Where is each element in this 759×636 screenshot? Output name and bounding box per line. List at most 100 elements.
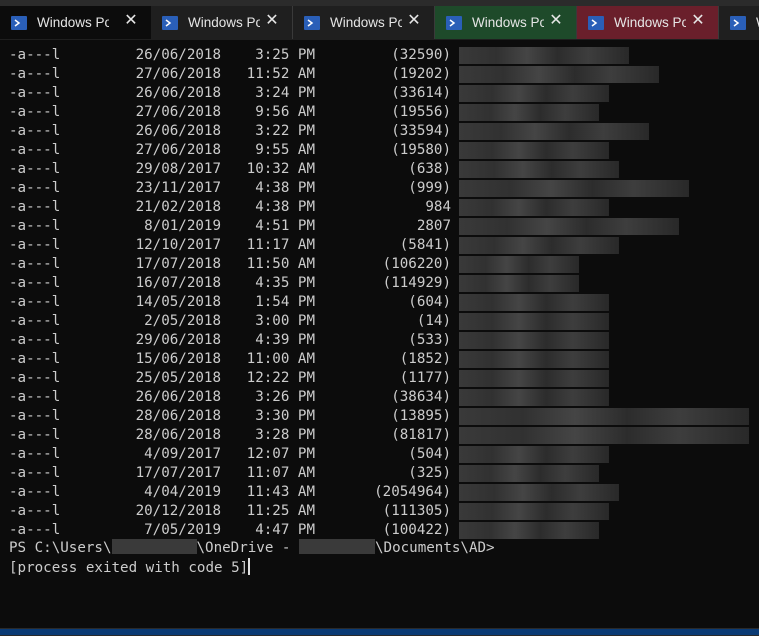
file-date: 23/11/2017: [135, 180, 221, 196]
redacted-filename: [459, 370, 609, 387]
file-mode: -a---l: [9, 332, 61, 348]
file-mode: -a---l: [9, 370, 61, 386]
file-mode: -a---l: [9, 351, 61, 367]
tab-1[interactable]: Windows PowerShell ✕: [0, 6, 151, 39]
file-length: (19556): [391, 104, 451, 120]
file-mode: -a---l: [9, 427, 61, 443]
file-length: (81817): [391, 427, 451, 443]
close-icon[interactable]: ✕: [264, 13, 280, 29]
file-mode: -a---l: [9, 104, 61, 120]
file-length: 2807: [416, 218, 451, 234]
file-time: 12:22 PM: [246, 370, 315, 386]
file-mode: -a---l: [9, 522, 61, 538]
file-mode: -a---l: [9, 256, 61, 272]
file-mode: -a---l: [9, 218, 61, 234]
redacted-filename: [459, 446, 609, 463]
file-date: 14/05/2018: [135, 294, 221, 310]
tab-2-title: Windows PowerShell: [188, 15, 260, 30]
list-item: -a---l 8/01/2019 4:51 PM 2807: [9, 217, 749, 236]
file-time: 1:54 PM: [255, 294, 315, 310]
powershell-icon: [730, 15, 746, 30]
file-length: (100422): [382, 522, 451, 538]
list-item: -a---l 4/09/2017 12:07 PM (504): [9, 445, 749, 464]
list-item: -a---l 17/07/2018 11:50 AM (106220): [9, 255, 749, 274]
file-length: (13895): [391, 408, 451, 424]
prompt-middle: \OneDrive -: [196, 540, 299, 556]
file-mode: -a---l: [9, 180, 61, 196]
file-length: (999): [408, 180, 451, 196]
file-time: 3:26 PM: [255, 389, 315, 405]
file-time: 11:17 AM: [246, 237, 315, 253]
list-item: -a---l 4/04/2019 11:43 AM (2054964): [9, 483, 749, 502]
file-time: 3:28 PM: [255, 427, 315, 443]
file-time: 4:39 PM: [255, 332, 315, 348]
close-icon[interactable]: ✕: [123, 13, 139, 29]
file-date: 29/08/2017: [135, 161, 221, 177]
file-mode: -a---l: [9, 142, 61, 158]
horizontal-scrollbar[interactable]: [0, 628, 759, 636]
file-mode: -a---l: [9, 294, 61, 310]
tab-bar: Windows PowerShell ✕ Windows PowerShell …: [0, 0, 759, 40]
tab-5-title: Windows PowerShell: [614, 15, 686, 30]
file-time: 3:22 PM: [255, 123, 315, 139]
file-length: 984: [425, 199, 451, 215]
text-cursor: [248, 558, 251, 575]
close-icon[interactable]: ✕: [406, 13, 422, 29]
file-date: 17/07/2017: [135, 465, 221, 481]
file-time: 11:00 AM: [246, 351, 315, 367]
file-mode: -a---l: [9, 446, 61, 462]
prompt-prefix: PS C:\Users\: [9, 540, 112, 556]
tab-4[interactable]: Windows PowerShell ✕: [435, 6, 577, 39]
redacted-filename: [459, 389, 609, 406]
tab-6[interactable]: W: [719, 6, 759, 39]
prompt-line: PS C:\Users\ \OneDrive - \Documents\AD>: [9, 539, 495, 558]
list-item: -a---l 20/12/2018 11:25 AM (111305): [9, 502, 749, 521]
file-date: 26/06/2018: [135, 85, 221, 101]
close-icon[interactable]: ✕: [548, 13, 564, 29]
file-mode: -a---l: [9, 275, 61, 291]
redacted-filename: [459, 123, 649, 140]
redacted-filename: [459, 47, 629, 64]
tab-4-title: Windows PowerShell: [472, 15, 544, 30]
tab-1-title: Windows PowerShell: [37, 15, 109, 30]
scrollbar-thumb[interactable]: [0, 629, 759, 635]
list-item: -a---l 26/06/2018 3:25 PM (32590): [9, 46, 749, 65]
file-length: (19580): [391, 142, 451, 158]
redacted-filename: [459, 427, 749, 444]
redacted-filename: [459, 522, 599, 539]
list-item: -a---l 27/06/2018 11:52 AM (19202): [9, 65, 749, 84]
tab-5[interactable]: Windows PowerShell ✕: [577, 6, 719, 39]
tab-3[interactable]: Windows PowerShell ✕: [293, 6, 435, 39]
exit-message: [process exited with code 5]: [9, 560, 249, 576]
list-item: -a---l 29/06/2018 4:39 PM (533): [9, 331, 749, 350]
powershell-icon: [588, 15, 604, 30]
file-length: (2054964): [374, 484, 451, 500]
close-icon[interactable]: ✕: [690, 13, 706, 29]
file-length: (111305): [382, 503, 451, 519]
file-time: 4:38 PM: [255, 180, 315, 196]
redacted-filename: [459, 408, 749, 425]
file-length: (38634): [391, 389, 451, 405]
file-date: 15/06/2018: [135, 351, 221, 367]
redacted-filename: [459, 85, 609, 102]
list-item: -a---l 14/05/2018 1:54 PM (604): [9, 293, 749, 312]
file-mode: -a---l: [9, 484, 61, 500]
list-item: -a---l 17/07/2017 11:07 AM (325): [9, 464, 749, 483]
redacted-filename: [459, 503, 609, 520]
list-item: -a---l 27/06/2018 9:55 AM (19580): [9, 141, 749, 160]
redacted-filename: [459, 294, 609, 311]
file-time: 10:32 AM: [246, 161, 315, 177]
file-length: (1852): [399, 351, 451, 367]
list-item: -a---l 26/06/2018 3:26 PM (38634): [9, 388, 749, 407]
file-date: 2/05/2018: [144, 313, 221, 329]
file-time: 3:00 PM: [255, 313, 315, 329]
redacted-filename: [459, 142, 609, 159]
list-item: -a---l 23/11/2017 4:38 PM (999): [9, 179, 749, 198]
file-length: (325): [408, 465, 451, 481]
list-item: -a---l 26/06/2018 3:24 PM (33614): [9, 84, 749, 103]
file-time: 11:43 AM: [246, 484, 315, 500]
file-date: 12/10/2017: [135, 237, 221, 253]
tab-2[interactable]: Windows PowerShell ✕: [151, 6, 293, 39]
redacted-filename: [459, 351, 609, 368]
powershell-icon: [162, 15, 178, 30]
